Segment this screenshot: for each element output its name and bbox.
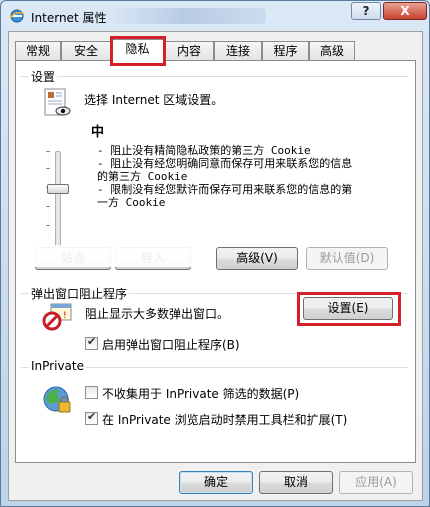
close-button[interactable]: X: [383, 2, 427, 20]
slider-tick: [46, 206, 50, 207]
no-collect-data-checkbox[interactable]: [85, 386, 98, 399]
popup-description: 阻止显示大多数弹出窗口。: [85, 307, 230, 321]
masked-region: [21, 245, 191, 267]
enable-popup-blocker-checkbox[interactable]: ✔: [85, 335, 98, 350]
description-line: - 阻止没有精简隐私政策的第三方 Cookie: [97, 144, 311, 157]
apply-button: 应用(A): [339, 471, 413, 494]
popup-group-title: 弹出窗口阻止程序: [29, 285, 130, 302]
privacy-tab-highlight: [110, 36, 166, 66]
description-line: 的第三方 Cookie: [97, 170, 188, 183]
slider-tick: [46, 225, 50, 226]
tab-general[interactable]: 常规: [15, 41, 61, 61]
check-mark-icon: ✔: [87, 335, 97, 348]
tab-programs[interactable]: 程序: [262, 41, 309, 61]
advanced-button[interactable]: 高级(V): [216, 247, 298, 270]
slider-tick: [46, 151, 50, 152]
blurred-title-area: [106, 8, 266, 24]
svg-text:!: !: [63, 311, 67, 321]
default-button: 默认值(D): [306, 247, 388, 270]
enable-popup-blocker-label[interactable]: 启用弹出窗口阻止程序(B): [102, 336, 240, 353]
privacy-level-slider-track[interactable]: [55, 151, 61, 253]
privacy-document-icon: [44, 88, 71, 116]
privacy-level-slider-thumb[interactable]: [47, 184, 69, 194]
zone-instruction: 选择 Internet 区域设置。: [84, 93, 224, 107]
disable-toolbars-checkbox[interactable]: ✔: [85, 410, 98, 425]
description-line: 一方 Cookie: [97, 196, 166, 209]
no-collect-data-label[interactable]: 不收集用于 InPrivate 筛选的数据(P): [102, 385, 299, 402]
tab-security[interactable]: 安全: [61, 41, 111, 61]
internet-explorer-icon: [9, 9, 25, 23]
settings-button-highlight: [297, 292, 401, 326]
tab-connections[interactable]: 连接: [214, 41, 262, 61]
tab-content[interactable]: 内容: [164, 41, 214, 61]
cancel-button[interactable]: 取消: [259, 471, 333, 494]
disable-toolbars-label[interactable]: 在 InPrivate 浏览启动时禁用工具栏和扩展(T): [102, 411, 347, 428]
inprivate-group-title: InPrivate: [29, 359, 86, 373]
privacy-level-name: 中: [91, 125, 105, 140]
settings-group-line: [21, 76, 408, 77]
description-line: - 阻止没有经您明确同意而保存可用来联系您的信息: [97, 157, 353, 170]
description-line: - 限制没有经您默许而保存可用来联系您的信息的第: [97, 183, 353, 196]
window-title: Internet 属性: [31, 11, 107, 25]
privacy-level-description: - 阻止没有精简隐私政策的第三方 Cookie - 阻止没有经您明确同意而保存可…: [97, 144, 352, 209]
check-mark-icon: ✔: [87, 410, 97, 423]
popup-blocker-icon: !: [42, 303, 72, 331]
help-button[interactable]: ?: [351, 2, 381, 20]
inprivate-icon: [43, 386, 71, 413]
ok-button[interactable]: 确定: [179, 471, 253, 494]
title-bar[interactable]: Internet 属性 ? X: [1, 1, 429, 31]
internet-properties-window: Internet 属性 ? X 常规 安全 隐私 内容 连接 程序 高级 设置 …: [0, 0, 430, 507]
settings-group-title: 设置: [29, 68, 58, 85]
slider-tick: [46, 168, 50, 169]
tab-advanced[interactable]: 高级: [309, 41, 355, 61]
